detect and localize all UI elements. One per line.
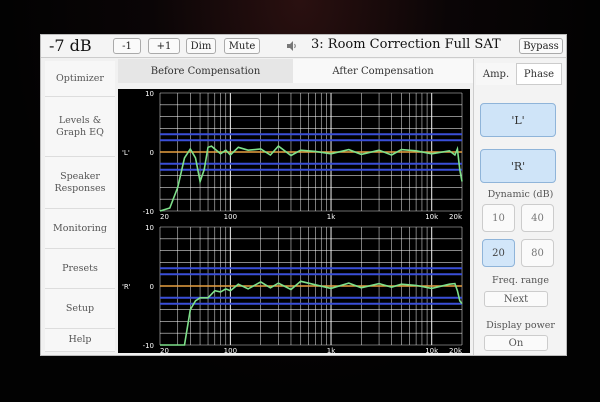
channel-label: 'L' [122, 149, 130, 157]
sidebar-item-help[interactable]: Help [45, 329, 115, 352]
tab-before-compensation[interactable]: Before Compensation [118, 59, 293, 83]
volume-down-button[interactable]: -1 [113, 38, 141, 54]
sidebar-item-speaker-responses[interactable]: Speaker Responses [45, 157, 115, 209]
right-channel-button[interactable]: 'R' [480, 149, 556, 183]
x-tick-label: 10k [425, 213, 439, 221]
x-tick-label: 100 [224, 213, 237, 221]
mute-button[interactable]: Mute [224, 38, 260, 54]
x-tick-label: 10k [425, 347, 439, 353]
y-tick-label: -10 [143, 208, 154, 216]
dynamic-80-button[interactable]: 80 [521, 239, 554, 267]
preset-title: 3: Room Correction Full SAT [311, 37, 501, 52]
x-tick-label: 1k [327, 213, 336, 221]
chart-panel-0: 100-10'L'20 100 1k 10k 20k [122, 90, 463, 221]
volume-up-button[interactable]: +1 [148, 38, 180, 54]
right-panel: Amp. Phase 'L' 'R' Dynamic (dB) 10 40 20… [473, 59, 566, 355]
response-charts: 10 0 -10 'L' 20 100 1k 10k 20k 10 0 -10 'R' 20 100 1k 10… [118, 89, 470, 355]
tab-phase[interactable]: Phase [516, 63, 562, 85]
sidebar-item-levels-graph-eq[interactable]: Levels & Graph EQ [45, 97, 115, 157]
bypass-button[interactable]: Bypass [519, 38, 563, 54]
sidebar-item-optimizer[interactable]: Optimizer [45, 61, 115, 97]
y-tick-label: -10 [143, 342, 154, 350]
x-tick-label: 20k [449, 347, 463, 353]
dynamic-40-button[interactable]: 40 [521, 204, 554, 232]
sidebar-item-monitoring[interactable]: Monitoring [45, 209, 115, 249]
top-bar: -7 dB -1 +1 Dim Mute 3: Room Correction … [41, 35, 566, 58]
frequency-response-svg: 100-10'L'20 100 1k 10k 20k100-10'R'20 100 1k 10… [122, 90, 463, 355]
y-tick-label: 10 [145, 224, 154, 232]
sidebar: Optimizer Levels & Graph EQ Speaker Resp… [45, 61, 115, 352]
response-curve [160, 280, 463, 346]
channel-label: 'R' [122, 283, 131, 291]
display-power-on-button[interactable]: On [484, 335, 548, 351]
display-power-label: Display power [486, 320, 555, 331]
dim-button[interactable]: Dim [186, 38, 216, 54]
chart-panel-1: 100-10'R'20 100 1k 10k 20k [122, 224, 463, 355]
x-tick-label: 1k [327, 347, 336, 353]
tab-after-compensation[interactable]: After Compensation [293, 59, 473, 83]
dynamic-label: Dynamic (dB) [487, 189, 554, 200]
y-tick-label: 10 [145, 90, 154, 98]
x-tick-label: 20 [160, 347, 169, 353]
left-channel-button[interactable]: 'L' [480, 103, 556, 137]
freq-range-label: Freq. range [492, 275, 549, 286]
volume-readout: -7 dB [49, 36, 92, 55]
x-tick-label: 20k [449, 213, 463, 221]
y-tick-label: 0 [150, 283, 154, 291]
dynamic-20-button[interactable]: 20 [482, 239, 515, 267]
x-tick-label: 20 [160, 213, 169, 221]
tab-amplitude[interactable]: Amp. [476, 63, 516, 85]
response-curve [159, 145, 463, 212]
x-tick-label: 100 [224, 347, 237, 353]
freq-range-next-button[interactable]: Next [484, 291, 548, 307]
speaker-icon [287, 41, 296, 51]
y-tick-label: 0 [150, 149, 154, 157]
sidebar-item-presets[interactable]: Presets [45, 249, 115, 289]
touch-screen: -7 dB -1 +1 Dim Mute 3: Room Correction … [40, 34, 567, 356]
sidebar-item-setup[interactable]: Setup [45, 289, 115, 329]
dynamic-10-button[interactable]: 10 [482, 204, 515, 232]
